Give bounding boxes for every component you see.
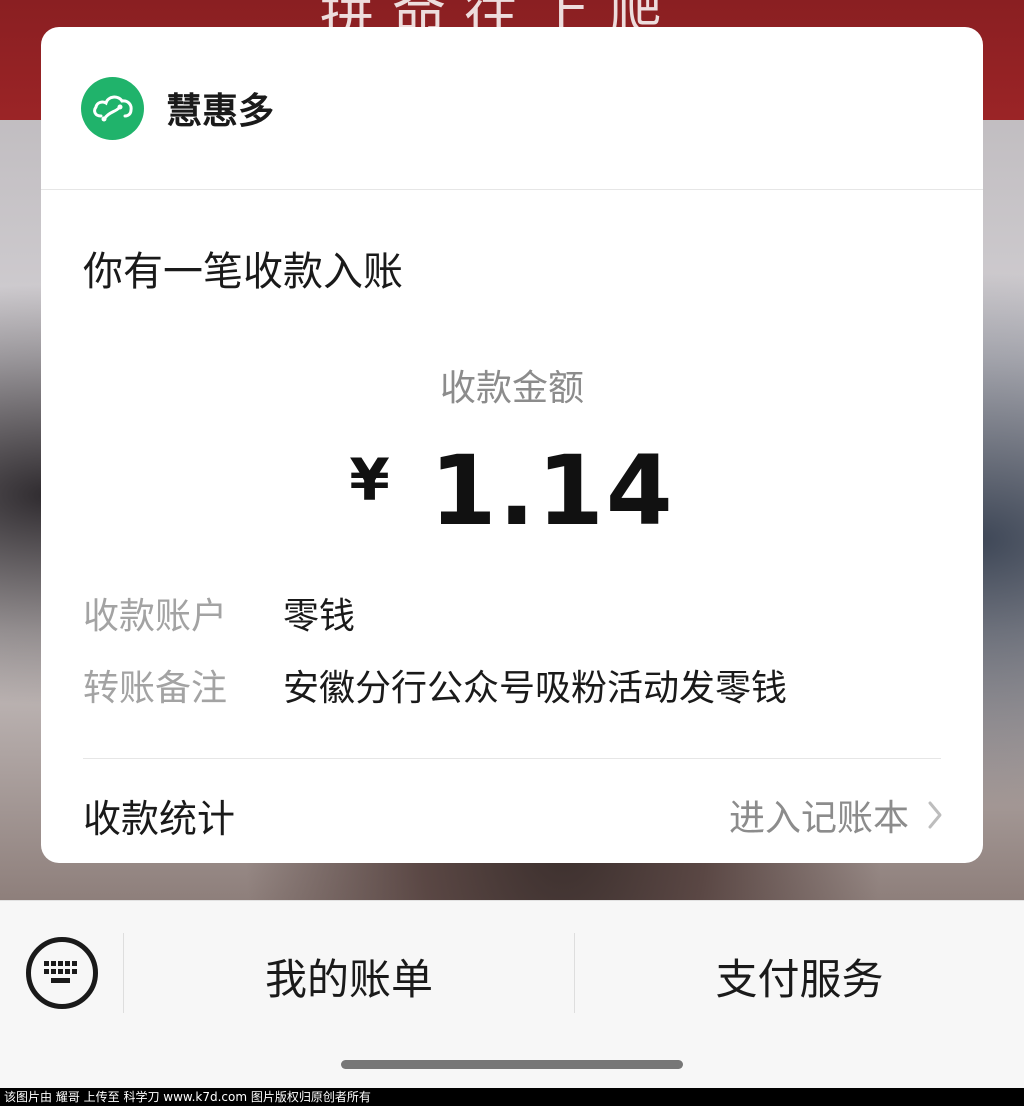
- notice-title: 你有一笔收款入账: [83, 249, 403, 295]
- keyboard-icon[interactable]: [26, 937, 98, 1009]
- detail-row-account: 收款账户 零钱: [83, 587, 355, 639]
- payment-notice-card: 慧惠多 你有一笔收款入账 收款金额 ¥1.14 收款账户 零钱 转账备注 安徽分…: [41, 27, 983, 863]
- ledger-link[interactable]: 进入记账本: [729, 789, 943, 841]
- cloud-link-icon: [81, 76, 144, 140]
- home-indicator[interactable]: [341, 1060, 683, 1069]
- watermark-text: 该图片由 耀哥 上传至 科学刀 www.k7d.com 图片版权归原创者所有: [0, 1088, 1024, 1106]
- currency-symbol: ¥: [349, 446, 390, 514]
- detail-key: 收款账户: [83, 596, 228, 637]
- bottom-menu-bar: 我的账单 支付服务: [0, 900, 1024, 1088]
- detail-key: 转账备注: [83, 668, 228, 709]
- detail-row-remark: 转账备注 安徽分行公众号吸粉活动发零钱: [83, 659, 787, 711]
- chevron-right-icon: [927, 800, 943, 830]
- merchant-name: 慧惠多: [166, 91, 275, 132]
- amount-value: 1.14: [429, 435, 675, 547]
- amount-label: 收款金额: [439, 368, 584, 409]
- stats-row[interactable]: 收款统计 进入记账本: [83, 789, 943, 841]
- payment-services-button[interactable]: 支付服务: [575, 941, 1024, 1011]
- card-header[interactable]: 慧惠多: [41, 27, 983, 190]
- detail-value: 安徽分行公众号吸粉活动发零钱: [283, 668, 788, 709]
- amount-display: ¥1.14: [41, 435, 983, 547]
- stats-label: 收款统计: [83, 796, 236, 841]
- divider: [83, 758, 941, 759]
- my-bills-button[interactable]: 我的账单: [124, 941, 574, 1011]
- ledger-link-label: 进入记账本: [728, 798, 909, 839]
- detail-value: 零钱: [283, 596, 356, 637]
